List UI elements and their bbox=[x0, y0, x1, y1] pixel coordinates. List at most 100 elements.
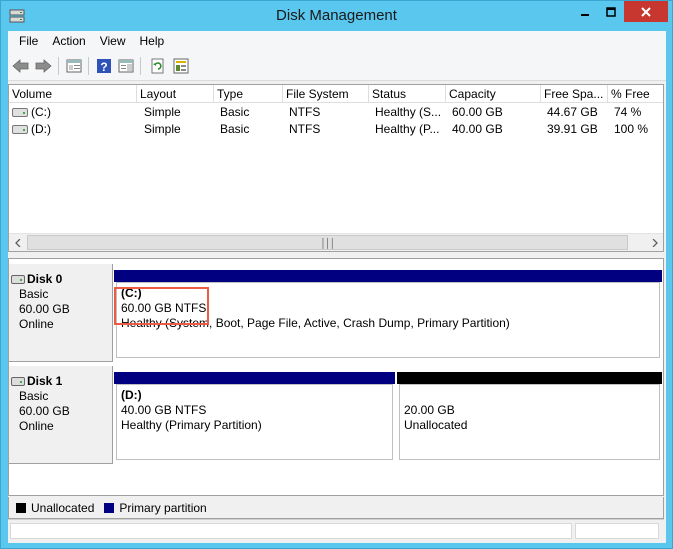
unallocated-space[interactable]: 20.00 GB Unallocated bbox=[397, 366, 662, 464]
cell-volume: (C:) bbox=[31, 105, 51, 119]
scroll-right-button[interactable] bbox=[646, 234, 663, 251]
disk-icon bbox=[11, 275, 25, 284]
help-button[interactable]: ? bbox=[94, 56, 114, 76]
partition-body: 20.00 GB Unallocated bbox=[399, 384, 660, 460]
menu-view[interactable]: View bbox=[93, 31, 133, 51]
cell-layout: Simple bbox=[144, 105, 181, 119]
disk-size: 60.00 GB bbox=[19, 302, 70, 316]
partition-name: (D:) bbox=[121, 388, 142, 402]
column-header-file-system[interactable]: File System bbox=[283, 85, 369, 103]
disk-graphical-view: Disk 0 Basic 60.00 GB Online (C:) 60.00 … bbox=[8, 258, 664, 496]
menu-bar: File Action View Help bbox=[8, 31, 666, 51]
status-pane bbox=[10, 523, 572, 539]
disk-name: Disk 0 bbox=[9, 272, 112, 287]
volume-list-header: Volume Layout Type File System Status Ca… bbox=[9, 85, 663, 103]
table-row[interactable]: (D:) Simple Basic NTFS Healthy (P... 40.… bbox=[9, 121, 663, 138]
close-button[interactable] bbox=[624, 1, 668, 22]
cell-capacity: 60.00 GB bbox=[452, 105, 503, 119]
legend-label: Primary partition bbox=[119, 500, 207, 515]
show-hide-console-tree-icon bbox=[66, 59, 82, 73]
close-icon bbox=[641, 6, 651, 17]
partition-d[interactable]: (D:) 40.00 GB NTFS Healthy (Primary Part… bbox=[114, 366, 395, 464]
legend-label: Unallocated bbox=[31, 500, 95, 515]
title-bar[interactable]: Disk Management bbox=[1, 1, 672, 31]
table-row[interactable]: (C:) Simple Basic NTFS Healthy (S... 60.… bbox=[9, 104, 663, 121]
menu-file[interactable]: File bbox=[12, 31, 45, 51]
toolbar-separator bbox=[88, 57, 89, 75]
disk-size: 60.00 GB bbox=[19, 404, 70, 418]
column-header-free-space[interactable]: Free Spa... bbox=[541, 85, 608, 103]
cell-type: Basic bbox=[220, 122, 250, 136]
properties-button[interactable] bbox=[171, 56, 191, 76]
cell-status: Healthy (S... bbox=[375, 105, 442, 119]
cell-status: Healthy (P... bbox=[375, 122, 440, 136]
disk-name-label: Disk 0 bbox=[27, 272, 63, 286]
scroll-thumb[interactable]: │││ bbox=[27, 235, 628, 250]
properties-icon bbox=[173, 58, 189, 74]
partition-name bbox=[404, 388, 655, 403]
cell-percent-free: 74 % bbox=[614, 105, 642, 119]
refresh-icon bbox=[151, 58, 164, 74]
toolbar-separator bbox=[58, 57, 59, 75]
show-action-pane-button[interactable] bbox=[116, 56, 136, 76]
status-pane bbox=[575, 523, 659, 539]
forward-button[interactable] bbox=[33, 56, 53, 76]
show-action-pane-icon bbox=[118, 59, 134, 73]
legend: Unallocated Primary partition bbox=[8, 497, 664, 519]
partition-size-fs: 20.00 GB bbox=[404, 403, 455, 417]
toolbar: ? bbox=[8, 51, 666, 81]
column-header-status[interactable]: Status bbox=[369, 85, 446, 103]
maximize-button[interactable] bbox=[598, 1, 624, 22]
disk-management-window: Disk Management File Action View Help ? … bbox=[0, 0, 673, 549]
disk-name: Disk 1 bbox=[9, 374, 112, 389]
refresh-button[interactable] bbox=[148, 56, 168, 76]
primary-partition-bar bbox=[114, 270, 662, 282]
column-header-layout[interactable]: Layout bbox=[137, 85, 214, 103]
column-header-percent-free[interactable]: % Free bbox=[608, 85, 663, 103]
scroll-left-button[interactable] bbox=[9, 234, 26, 251]
partition-status: Healthy (Primary Partition) bbox=[121, 418, 262, 432]
primary-partition-bar bbox=[114, 372, 395, 384]
disk-icon bbox=[11, 377, 25, 386]
menu-help[interactable]: Help bbox=[133, 31, 172, 51]
client-area: File Action View Help ? Volume Layout Ty… bbox=[8, 31, 666, 543]
disk-1-info[interactable]: Disk 1 Basic 60.00 GB Online bbox=[9, 366, 113, 464]
minimize-icon bbox=[581, 13, 589, 16]
toolbar-separator bbox=[140, 57, 141, 75]
menu-action[interactable]: Action bbox=[45, 31, 92, 51]
cell-percent-free: 100 % bbox=[614, 122, 649, 136]
legend-swatch bbox=[16, 502, 26, 513]
column-header-capacity[interactable]: Capacity bbox=[446, 85, 541, 103]
cell-file-system: NTFS bbox=[289, 105, 321, 119]
disk-status: Online bbox=[19, 419, 54, 433]
legend-item-unallocated: Unallocated bbox=[16, 501, 94, 515]
status-bar bbox=[8, 519, 664, 541]
horizontal-scrollbar[interactable]: │││ bbox=[9, 233, 663, 251]
drive-icon bbox=[12, 125, 28, 134]
cell-capacity: 40.00 GB bbox=[452, 122, 503, 136]
partition-body: (D:) 40.00 GB NTFS Healthy (Primary Part… bbox=[116, 384, 393, 460]
disk-type: Basic bbox=[19, 287, 49, 301]
back-button[interactable] bbox=[11, 56, 31, 76]
minimize-button[interactable] bbox=[572, 1, 598, 22]
column-header-type[interactable]: Type bbox=[214, 85, 283, 103]
legend-item-primary: Primary partition bbox=[104, 500, 207, 515]
volume-list: Volume Layout Type File System Status Ca… bbox=[8, 84, 664, 252]
show-hide-console-tree-button[interactable] bbox=[64, 56, 84, 76]
disk-name-label: Disk 1 bbox=[27, 374, 63, 388]
scroll-grip-icon: │││ bbox=[320, 237, 336, 248]
disk-status: Online bbox=[19, 317, 54, 331]
disk-0-info[interactable]: Disk 0 Basic 60.00 GB Online bbox=[9, 264, 113, 362]
cell-layout: Simple bbox=[144, 122, 181, 136]
partition-status: Unallocated bbox=[404, 418, 468, 432]
highlight-box bbox=[114, 287, 209, 325]
cell-volume: (D:) bbox=[31, 122, 51, 136]
cell-file-system: NTFS bbox=[289, 122, 321, 136]
disk-type: Basic bbox=[19, 389, 49, 403]
cell-free-space: 44.67 GB bbox=[547, 105, 598, 119]
chevron-right-icon bbox=[652, 238, 658, 247]
disk-1-row: Disk 1 Basic 60.00 GB Online (D:) 40.00 … bbox=[9, 366, 663, 464]
window-controls bbox=[572, 1, 668, 23]
drive-icon bbox=[12, 108, 28, 117]
column-header-volume[interactable]: Volume bbox=[9, 85, 137, 103]
